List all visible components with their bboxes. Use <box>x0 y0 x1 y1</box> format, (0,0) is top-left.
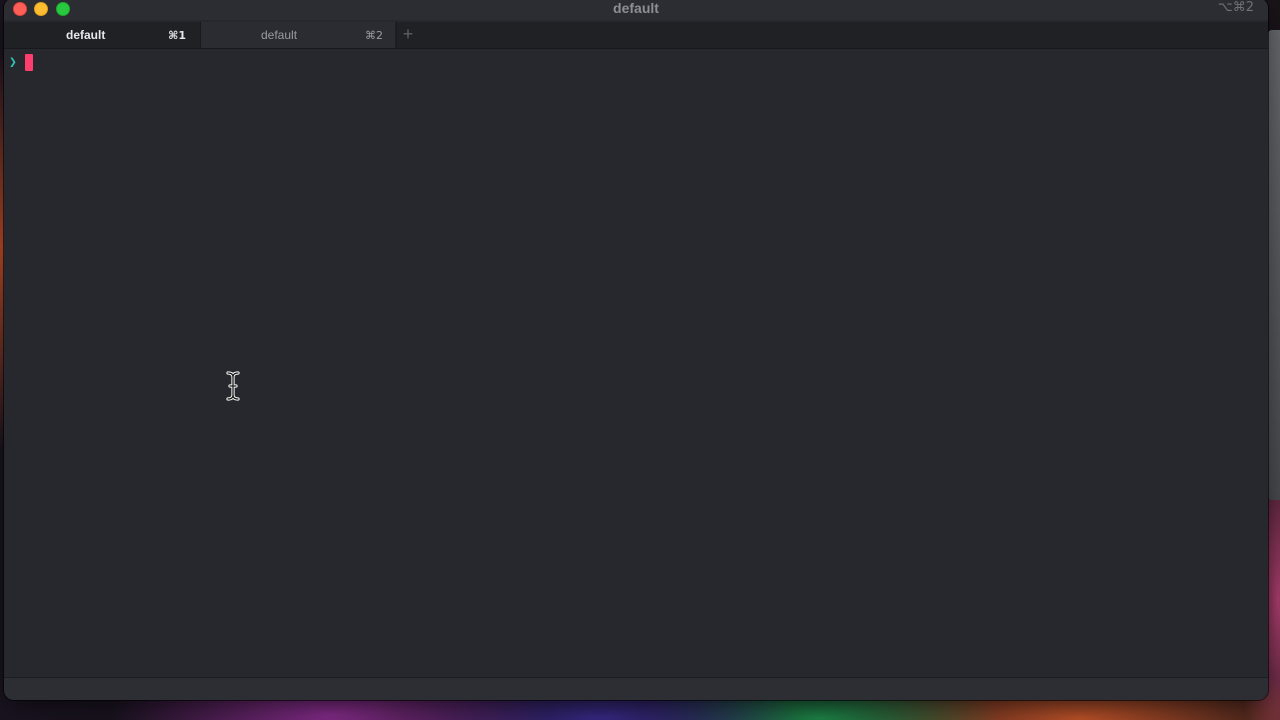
title-bar[interactable]: default ⌥⌘2 <box>4 0 1268 20</box>
status-bar <box>4 677 1268 700</box>
window-title: default <box>613 0 659 16</box>
tab-label: default <box>66 28 106 42</box>
terminal-area[interactable]: ❯ <box>4 49 1268 678</box>
tab-default-1[interactable]: default ⌘1 <box>4 22 198 48</box>
tab-shortcut: ⌘1 <box>168 28 186 42</box>
window-shortcut: ⌥⌘2 <box>1217 0 1254 15</box>
tab-default-2[interactable]: default ⌘2 <box>200 22 395 48</box>
i-beam-cursor-icon <box>226 371 240 401</box>
prompt-line: ❯ <box>9 54 33 71</box>
terminal-window: default ⌥⌘2 default ⌘1 default ⌘2 + ❯ <box>4 0 1268 700</box>
background-window-edge <box>1268 30 1280 500</box>
text-cursor <box>24 54 33 71</box>
new-tab-button[interactable]: + <box>396 22 419 48</box>
tab-label: default <box>261 28 298 42</box>
tab-bar: default ⌘1 default ⌘2 + <box>4 22 1268 49</box>
prompt-chevron-icon: ❯ <box>9 55 17 70</box>
tab-shortcut: ⌘2 <box>365 28 383 42</box>
